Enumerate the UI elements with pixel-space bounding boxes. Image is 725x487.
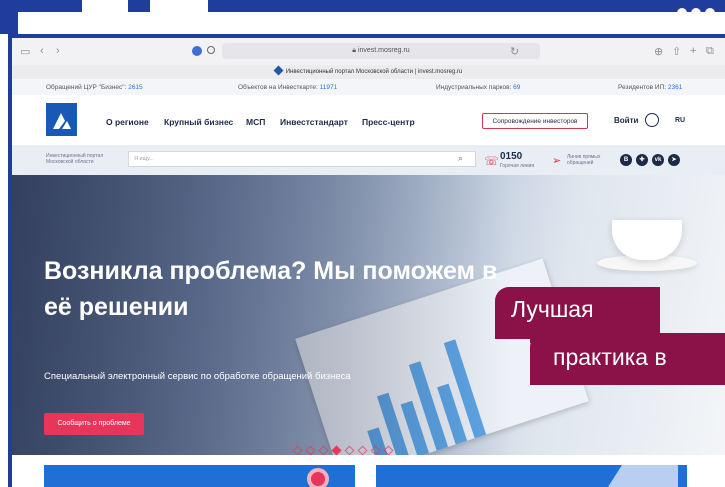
sidebar-toggle-icon[interactable]: ▭	[20, 45, 30, 58]
vk-icon[interactable]: vk	[652, 154, 664, 166]
slider-dot[interactable]	[383, 445, 394, 455]
direct-line-label[interactable]: Линия прямых обращений	[567, 154, 607, 166]
slide-dots	[677, 8, 715, 18]
slide-decor-block	[128, 0, 150, 12]
social-icon[interactable]: ✚	[636, 154, 648, 166]
social-icon[interactable]: B	[620, 154, 632, 166]
callout-line-2: практика в	[553, 344, 667, 370]
dot-icon	[691, 8, 701, 18]
paper-plane-icon: ➢	[552, 155, 562, 167]
share-icon[interactable]: ⇧	[672, 45, 681, 58]
nav-item-investstandard[interactable]: Инвестстандарт	[280, 117, 348, 127]
logo-icon	[53, 113, 71, 129]
address-bar[interactable]: 🔒︎ invest.mosreg.ru	[222, 43, 540, 59]
slider-dot[interactable]	[305, 445, 316, 455]
hero-title: Возникла проблема? Мы поможем в её решен…	[44, 257, 498, 321]
reader-icon[interactable]	[207, 46, 215, 54]
callout-line-1: Лучшая	[511, 296, 594, 322]
hotline-number[interactable]: 0150	[500, 151, 522, 162]
dot-icon	[677, 8, 687, 18]
slider-pagination	[292, 445, 394, 455]
slider-dot[interactable]	[370, 445, 381, 455]
slider-dot-active[interactable]	[331, 445, 342, 455]
phone-icon: ☏	[484, 154, 500, 168]
tabs-overview-icon[interactable]: ⧉	[706, 45, 714, 58]
privacy-shield-icon[interactable]	[192, 46, 202, 56]
hotline-label: Горячая линия	[500, 163, 535, 169]
dot-icon	[705, 8, 715, 18]
stat-objects: Объектов на Инвесткарте: 11971	[238, 84, 338, 91]
language-switch[interactable]: RU	[675, 117, 685, 124]
tab-title: Инвестиционный портал Московской области…	[285, 69, 463, 75]
slide-decor-block	[82, 0, 128, 12]
slider-dot[interactable]	[318, 445, 329, 455]
stat-residents: Резидентов ИП: 2361	[618, 84, 683, 91]
browser-toolbar: ▭ ‹ › 🔒︎ invest.mosreg.ru ↻ ⊕ ⇧ + ⧉	[12, 38, 725, 66]
new-tab-icon[interactable]: +	[690, 45, 696, 57]
reload-icon[interactable]: ↻	[510, 45, 519, 58]
slider-dot[interactable]	[357, 445, 368, 455]
nav-item-press-center[interactable]: Пресс-центр	[362, 117, 415, 127]
nav-item-large-business[interactable]: Крупный бизнес	[164, 117, 233, 127]
search-icon[interactable]: ⌕	[458, 153, 463, 164]
report-problem-button[interactable]: Сообщить о проблеме	[44, 413, 144, 435]
slide-header-inner	[18, 12, 725, 34]
nav-item-sme[interactable]: МСП	[246, 117, 265, 127]
stats-bar: Обращений ЦУР "Бизнес": 2615 Объектов на…	[12, 79, 725, 95]
back-icon[interactable]: ‹	[40, 45, 44, 57]
location-pin-icon	[307, 468, 329, 487]
browser-tab[interactable]: Инвестиционный портал Московской области…	[12, 65, 725, 79]
search-bar: Инвестиционный портал Московской области…	[12, 145, 725, 175]
download-icon[interactable]: ⊕	[654, 45, 663, 58]
search-input[interactable]: Я ищу...	[128, 151, 476, 167]
slider-dot[interactable]	[292, 445, 303, 455]
login-link[interactable]: Войти	[614, 116, 638, 125]
forward-icon[interactable]: ›	[56, 45, 60, 57]
callout-connector	[530, 333, 660, 343]
nav-item-region[interactable]: О регионе	[106, 117, 149, 127]
site-favicon-icon	[273, 65, 284, 76]
slide-decor-block	[150, 0, 208, 12]
user-icon[interactable]	[645, 113, 659, 127]
slider-dot[interactable]	[344, 445, 355, 455]
telegram-icon[interactable]: ➤	[668, 154, 680, 166]
investor-support-button[interactable]: Сопровождение инвесторов	[482, 113, 588, 129]
browser-window: ▭ ‹ › 🔒︎ invest.mosreg.ru ↻ ⊕ ⇧ + ⧉ Инве…	[12, 38, 725, 487]
portal-label: Инвестиционный портал Московской области	[46, 153, 104, 165]
site-logo[interactable]	[46, 103, 77, 136]
stat-parks: Индустриальных парков: 69	[436, 84, 521, 91]
hero-subtitle: Специальный электронный сервис по обрабо…	[44, 371, 351, 382]
main-nav: О регионе Крупный бизнес МСП Инвестстанд…	[12, 95, 725, 145]
stat-appeals: Обращений ЦУР "Бизнес": 2615	[46, 84, 143, 91]
url-text: invest.mosreg.ru	[357, 47, 410, 54]
